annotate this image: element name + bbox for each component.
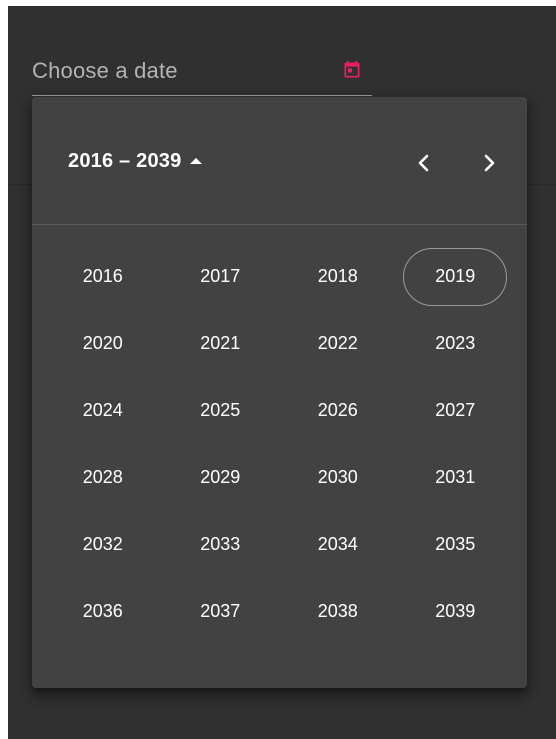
- year-label: 2017: [200, 266, 241, 286]
- year-cell[interactable]: 2026: [279, 377, 397, 444]
- year-label-today: 2019: [403, 247, 508, 306]
- year-label: 2018: [317, 266, 358, 286]
- header-divider: [32, 224, 527, 225]
- year-label: 2031: [435, 467, 476, 487]
- previous-period-button[interactable]: [404, 143, 444, 183]
- year-cell[interactable]: 2037: [162, 578, 280, 645]
- year-cell[interactable]: 2017: [162, 243, 280, 310]
- year-cell[interactable]: 2028: [44, 444, 162, 511]
- year-cell[interactable]: 2023: [397, 310, 515, 377]
- chevron-right-icon: [484, 154, 495, 172]
- year-label: 2024: [82, 400, 123, 420]
- year-label: 2027: [435, 400, 476, 420]
- year-cell[interactable]: 2031: [397, 444, 515, 511]
- datepicker-panel: 2016 – 2039 2016 2017 2018 2019 2020 202…: [32, 97, 527, 688]
- year-cell[interactable]: 2027: [397, 377, 515, 444]
- year-label: 2029: [200, 467, 241, 487]
- chevron-left-icon: [418, 154, 429, 172]
- year-label: 2016: [82, 266, 123, 286]
- year-cell[interactable]: 2018: [279, 243, 397, 310]
- year-label: 2037: [200, 601, 241, 621]
- year-cell[interactable]: 2036: [44, 578, 162, 645]
- year-cell[interactable]: 2016: [44, 243, 162, 310]
- date-input-placeholder[interactable]: Choose a date: [32, 58, 178, 84]
- year-label: 2033: [200, 534, 241, 554]
- year-cell[interactable]: 2032: [44, 511, 162, 578]
- year-label: 2039: [435, 601, 476, 621]
- date-form-field[interactable]: Choose a date: [32, 46, 372, 96]
- calendar-toggle-button[interactable]: [338, 56, 366, 84]
- period-label: 2016 – 2039: [68, 149, 182, 172]
- year-cell[interactable]: 2039: [397, 578, 515, 645]
- app-background: Choose a date 2016 – 2039 2016 2017 2018…: [8, 6, 556, 739]
- year-label: 2034: [317, 534, 358, 554]
- calendar-header: 2016 – 2039: [32, 97, 527, 224]
- period-selector-button[interactable]: 2016 – 2039: [54, 141, 217, 181]
- year-grid: 2016 2017 2018 2019 2020 2021 2022 2023 …: [44, 243, 514, 645]
- year-label: 2023: [435, 333, 476, 353]
- year-cell[interactable]: 2034: [279, 511, 397, 578]
- year-cell[interactable]: 2022: [279, 310, 397, 377]
- year-label: 2035: [435, 534, 476, 554]
- next-period-button[interactable]: [469, 143, 509, 183]
- year-label: 2020: [82, 333, 123, 353]
- year-label: 2025: [200, 400, 241, 420]
- triangle-up-icon: [190, 158, 203, 164]
- year-label: 2028: [82, 467, 123, 487]
- year-cell[interactable]: 2030: [279, 444, 397, 511]
- year-label: 2021: [200, 333, 241, 353]
- year-cell-today[interactable]: 2019: [397, 243, 515, 310]
- input-underline: [32, 95, 372, 96]
- calendar-icon: [344, 60, 360, 78]
- year-cell[interactable]: 2033: [162, 511, 280, 578]
- year-cell[interactable]: 2038: [279, 578, 397, 645]
- year-label: 2038: [317, 601, 358, 621]
- year-label: 2030: [317, 467, 358, 487]
- year-cell[interactable]: 2029: [162, 444, 280, 511]
- year-label: 2032: [82, 534, 123, 554]
- year-cell[interactable]: 2024: [44, 377, 162, 444]
- year-cell[interactable]: 2021: [162, 310, 280, 377]
- year-cell[interactable]: 2020: [44, 310, 162, 377]
- year-cell[interactable]: 2025: [162, 377, 280, 444]
- year-label: 2022: [317, 333, 358, 353]
- year-label: 2036: [82, 601, 123, 621]
- year-label: 2026: [317, 400, 358, 420]
- year-cell[interactable]: 2035: [397, 511, 515, 578]
